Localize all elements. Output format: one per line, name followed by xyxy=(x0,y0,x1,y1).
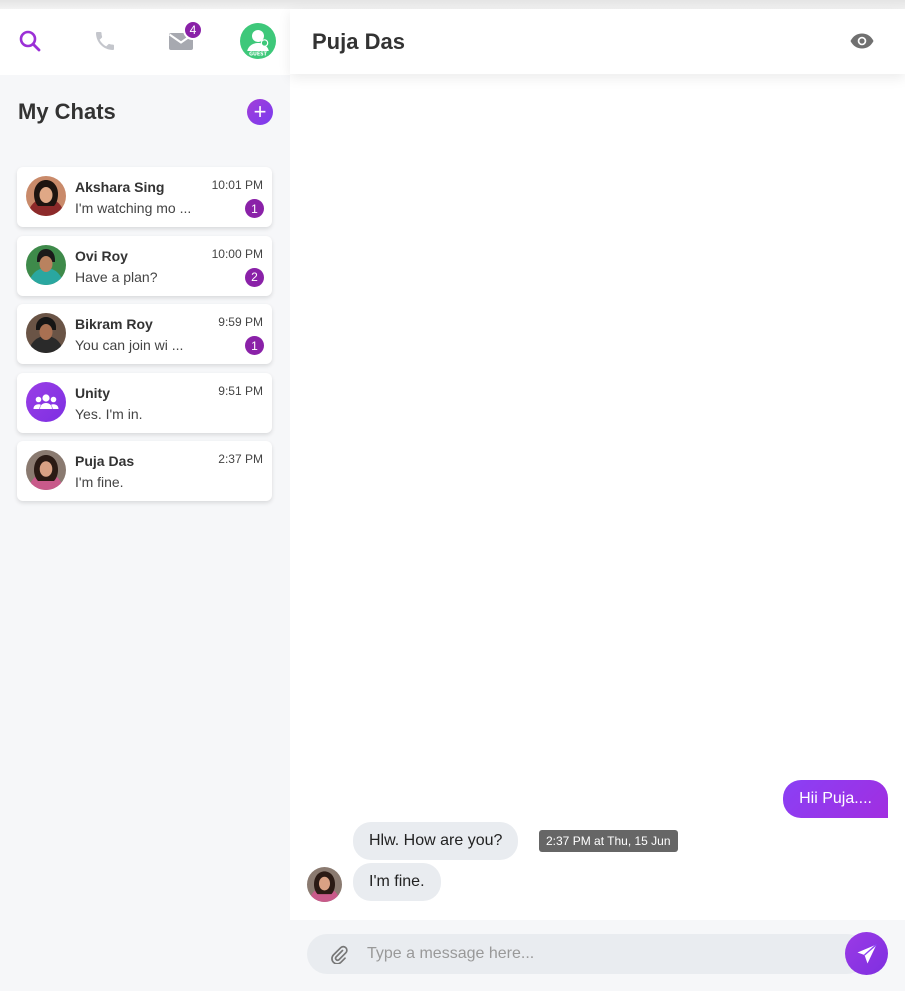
chat-preview: Yes. I'm in. xyxy=(75,405,143,422)
chat-time: 10:01 PM xyxy=(211,178,263,192)
attach-button[interactable] xyxy=(329,944,349,965)
unread-badge: 1 xyxy=(245,199,264,218)
avatar xyxy=(26,450,66,490)
search-button[interactable] xyxy=(12,23,48,59)
chat-panel: Puja Das Hii Puja.... Hlw. How are you? … xyxy=(290,9,905,991)
view-profile-button[interactable] xyxy=(849,29,875,53)
chat-header: Puja Das xyxy=(290,9,905,74)
message-input-wrap xyxy=(307,934,867,974)
unread-badge: 1 xyxy=(245,336,264,355)
chat-preview: I'm watching mo ... xyxy=(75,200,192,216)
chat-name: Bikram Roy xyxy=(75,316,153,332)
chat-list: Akshara Sing I'm watching mo ... 10:01 P… xyxy=(17,167,272,510)
chat-preview: Have a plan? xyxy=(75,268,158,285)
group-avatar xyxy=(26,381,66,422)
unread-badge: 2 xyxy=(245,267,264,287)
chat-preview: You can join wi ... xyxy=(75,337,184,353)
sender-avatar xyxy=(307,867,342,902)
chat-time: 9:59 PM xyxy=(218,315,263,329)
my-chats-title: My Chats xyxy=(18,99,116,124)
guest-avatar-icon: GUEST xyxy=(246,30,270,58)
chat-item-akshara-sing[interactable]: Akshara Sing I'm watching mo ... 10:01 P… xyxy=(17,167,272,227)
message-composer xyxy=(290,920,905,991)
send-button[interactable] xyxy=(845,932,888,975)
chat-time: 9:51 PM xyxy=(218,383,263,398)
chat-name: Ovi Roy xyxy=(75,247,128,264)
chat-time: 2:37 PM xyxy=(218,452,263,466)
avatar xyxy=(26,313,66,353)
plus-icon: + xyxy=(253,99,267,124)
eye-icon xyxy=(850,33,874,49)
message-timestamp: 2:37 PM at Thu, 15 Jun xyxy=(539,830,678,852)
avatar xyxy=(26,244,66,285)
avatar xyxy=(26,176,66,216)
message-input[interactable] xyxy=(367,934,847,974)
new-chat-button[interactable]: + xyxy=(247,99,273,125)
sidebar: 4 GUEST My Chats + Akshara Sing I'm watc… xyxy=(0,9,290,991)
chat-item-unity[interactable]: Unity Yes. I'm in. 9:51 PM xyxy=(17,372,272,433)
incoming-message: Hlw. How are you? xyxy=(353,822,519,860)
outgoing-message: Hii Puja.... xyxy=(783,780,888,818)
chat-item-ovi-roy[interactable]: Ovi Roy Have a plan? 10:00 PM 2 xyxy=(17,235,272,296)
unread-messages-badge: 4 xyxy=(183,20,203,40)
top-strip xyxy=(0,0,905,9)
top-nav: 4 GUEST xyxy=(0,9,290,75)
avatar-label: GUEST xyxy=(249,52,268,58)
chat-item-puja-das[interactable]: Puja Das I'm fine. 2:37 PM xyxy=(17,441,272,501)
chat-time: 10:00 PM xyxy=(211,246,263,261)
my-chats-header: My Chats + xyxy=(18,97,273,127)
phone-icon xyxy=(96,32,114,50)
chat-item-bikram-roy[interactable]: Bikram Roy You can join wi ... 9:59 PM 1 xyxy=(17,304,272,364)
chat-title: Puja Das xyxy=(312,29,405,54)
send-icon xyxy=(857,943,877,963)
paperclip-icon xyxy=(331,945,348,965)
chat-preview: I'm fine. xyxy=(75,474,124,490)
profile-avatar[interactable]: GUEST xyxy=(240,23,276,59)
call-button[interactable] xyxy=(87,23,123,59)
group-icon xyxy=(33,393,59,409)
incoming-message: I'm fine. xyxy=(353,863,441,901)
chat-name: Unity xyxy=(75,384,110,401)
search-icon xyxy=(19,30,41,52)
chat-name: Akshara Sing xyxy=(75,179,165,195)
chat-name: Puja Das xyxy=(75,453,135,469)
